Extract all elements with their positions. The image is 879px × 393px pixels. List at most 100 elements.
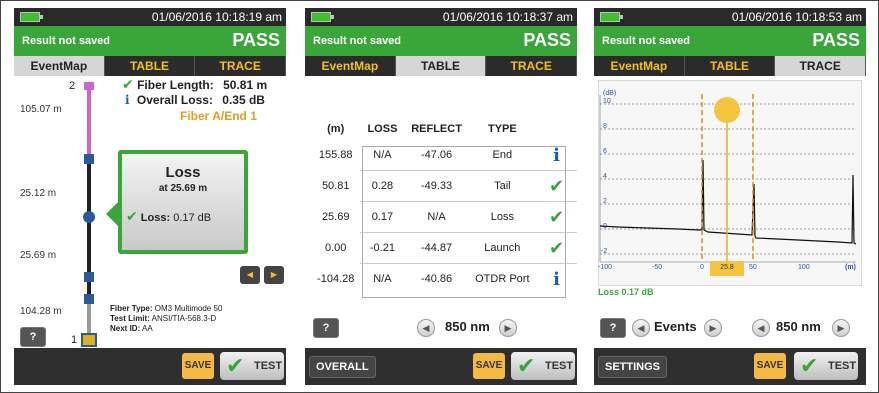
check-icon: ✔ bbox=[126, 208, 138, 224]
connector-4 bbox=[84, 294, 94, 304]
event-table: (m) LOSS REFLECT TYPE 155.88 N/A -47.06 … bbox=[311, 118, 577, 294]
help-button[interactable]: ? bbox=[600, 318, 626, 338]
wavelength-next-button[interactable]: ▶ bbox=[832, 319, 850, 337]
event-number-bottom: 1 bbox=[71, 334, 78, 346]
fiber-type-value: OM3 Multimode 50 bbox=[154, 304, 223, 313]
fiber-length-value: 50.81 m bbox=[223, 78, 268, 92]
result-not-saved-label: Result not saved bbox=[22, 35, 111, 47]
fiber-length-row: ✔ Fiber Length: 50.81 m bbox=[122, 76, 267, 93]
distance-label-2: 25.12 m bbox=[20, 188, 57, 199]
fiber-segment-pink bbox=[87, 86, 91, 156]
pass-status: PASS bbox=[523, 30, 571, 50]
overall-button[interactable]: OVERALL bbox=[309, 356, 376, 378]
tab-eventmap[interactable]: EventMap bbox=[14, 56, 105, 76]
otdr-trace-graph[interactable] bbox=[598, 80, 862, 286]
save-button[interactable]: SAVE bbox=[754, 353, 786, 379]
cursor-handle bbox=[714, 97, 740, 123]
check-icon: ✔ bbox=[548, 175, 565, 196]
event-box-loss-row: ✔ Loss: 0.17 dB bbox=[126, 208, 211, 225]
tab-table[interactable]: TABLE bbox=[395, 56, 487, 76]
cell-reflect: -40.86 bbox=[404, 263, 469, 294]
cell-type: End bbox=[492, 149, 513, 161]
help-button[interactable]: ? bbox=[20, 327, 46, 347]
wavelength-prev-button[interactable]: ◀ bbox=[752, 319, 770, 337]
column-header-type: TYPE bbox=[487, 123, 517, 135]
tab-eventmap[interactable]: EventMap bbox=[305, 56, 396, 76]
cell-loss: 0.28 bbox=[360, 170, 405, 202]
event-table-content: (m) LOSS REFLECT TYPE 155.88 N/A -47.06 … bbox=[305, 76, 577, 348]
next-id-label: Next ID: bbox=[110, 324, 141, 333]
datetime: 01/06/2016 10:18:53 am bbox=[731, 10, 862, 24]
cell-reflect: -44.87 bbox=[404, 232, 469, 264]
table-row[interactable]: 155.88 N/A -47.06 End i bbox=[311, 140, 577, 171]
bottom-bar: SETTINGS SAVE ✔ TEST bbox=[594, 348, 866, 385]
event-box-position: at 25.69 m bbox=[158, 183, 208, 194]
column-header-loss: LOSS bbox=[367, 123, 398, 135]
bottom-bar: OVERALL SAVE ✔ TEST bbox=[305, 348, 577, 385]
tab-trace[interactable]: TRACE bbox=[195, 56, 286, 76]
info-icon: i bbox=[553, 268, 560, 290]
tab-trace[interactable]: TRACE bbox=[775, 56, 866, 76]
y-tick: 8 bbox=[603, 123, 607, 130]
save-button[interactable]: SAVE bbox=[182, 353, 214, 379]
y-unit-label: (dB) bbox=[603, 90, 617, 97]
wavelength-prev-button[interactable]: ◀ bbox=[417, 319, 435, 337]
result-bar: Result not saved PASS bbox=[594, 26, 866, 56]
event-box-loss-value: 0.17 dB bbox=[173, 212, 212, 224]
result-not-saved-label: Result not saved bbox=[313, 35, 402, 47]
check-icon: ✔ bbox=[226, 353, 245, 378]
help-button[interactable]: ? bbox=[313, 318, 339, 338]
battery-icon bbox=[311, 12, 334, 22]
next-event-button[interactable]: ▶ bbox=[264, 266, 284, 284]
cursor-readout-value: 25.8 bbox=[720, 264, 734, 271]
save-button[interactable]: SAVE bbox=[473, 353, 505, 379]
eventmap-content: 2 105.07 m 25.12 m 25.69 m 104.28 m 1 ✔ … bbox=[14, 76, 286, 348]
check-icon: ✔ bbox=[548, 237, 565, 258]
tab-eventmap[interactable]: EventMap bbox=[594, 56, 685, 76]
cell-loss: -0.21 bbox=[360, 232, 405, 264]
cell-type: OTDR Port bbox=[468, 263, 536, 294]
cell-distance: 25.69 bbox=[321, 211, 350, 223]
table-row[interactable]: 0.00 -0.21 -44.87 Launch ✔ bbox=[311, 232, 577, 264]
eventmap-screen: 01/06/2016 10:18:19 am Result not saved … bbox=[14, 8, 286, 385]
table-row[interactable]: 50.81 0.28 -49.33 Tail ✔ bbox=[311, 170, 577, 202]
cell-reflect: N/A bbox=[404, 201, 469, 233]
x-tick: -50 bbox=[652, 264, 663, 271]
tab-table[interactable]: TABLE bbox=[685, 56, 776, 76]
test-button[interactable]: ✔ TEST bbox=[511, 352, 575, 380]
cell-loss: N/A bbox=[360, 263, 405, 294]
events-prev-button[interactable]: ◀ bbox=[632, 319, 650, 337]
table-row[interactable]: -104.28 N/A -40.86 OTDR Port i bbox=[311, 263, 577, 294]
bottom-bar: SAVE ✔ TEST bbox=[14, 348, 286, 385]
y-tick: 10 bbox=[603, 98, 611, 105]
cell-distance: 50.81 bbox=[321, 180, 350, 192]
tab-table[interactable]: TABLE bbox=[105, 56, 196, 76]
events-label: Events bbox=[654, 319, 697, 334]
test-button[interactable]: ✔ TEST bbox=[220, 352, 284, 380]
datetime: 01/06/2016 10:18:19 am bbox=[151, 10, 282, 24]
y-tick: 4 bbox=[603, 173, 607, 180]
cell-loss: N/A bbox=[373, 149, 392, 161]
wavelength-next-button[interactable]: ▶ bbox=[499, 319, 517, 337]
table-row[interactable]: 25.69 0.17 N/A Loss ✔ bbox=[311, 201, 577, 233]
test-button-label: TEST bbox=[545, 360, 574, 372]
datetime: 01/06/2016 10:18:37 am bbox=[442, 10, 573, 24]
cell-reflect: -49.33 bbox=[404, 170, 469, 202]
cell-loss: 0.17 bbox=[360, 201, 405, 233]
battery-icon bbox=[600, 12, 623, 22]
overall-loss-label: Overall Loss: bbox=[136, 93, 213, 107]
trace-content: (dB) 10 8 6 4 2 0 -2 -100 -50 0 50 100 (… bbox=[594, 76, 866, 348]
event-detail-box[interactable]: Loss at 25.69 m ✔ Loss: 0.17 dB bbox=[118, 150, 248, 254]
check-icon: ✔ bbox=[548, 206, 565, 227]
previous-event-button[interactable]: ◀ bbox=[240, 266, 260, 284]
fiber-end-label: Fiber A/End 1 bbox=[180, 109, 257, 123]
tab-trace[interactable]: TRACE bbox=[486, 56, 577, 76]
x-unit-label: (m) bbox=[845, 264, 856, 271]
events-next-button[interactable]: ▶ bbox=[704, 319, 722, 337]
y-tick: 6 bbox=[603, 148, 607, 155]
settings-button[interactable]: SETTINGS bbox=[598, 356, 668, 378]
y-tick: 0 bbox=[603, 223, 607, 230]
fiber-length-label: Fiber Length: bbox=[137, 78, 214, 92]
test-button[interactable]: ✔ TEST bbox=[794, 352, 858, 380]
overall-loss-value: 0.35 dB bbox=[222, 93, 265, 107]
